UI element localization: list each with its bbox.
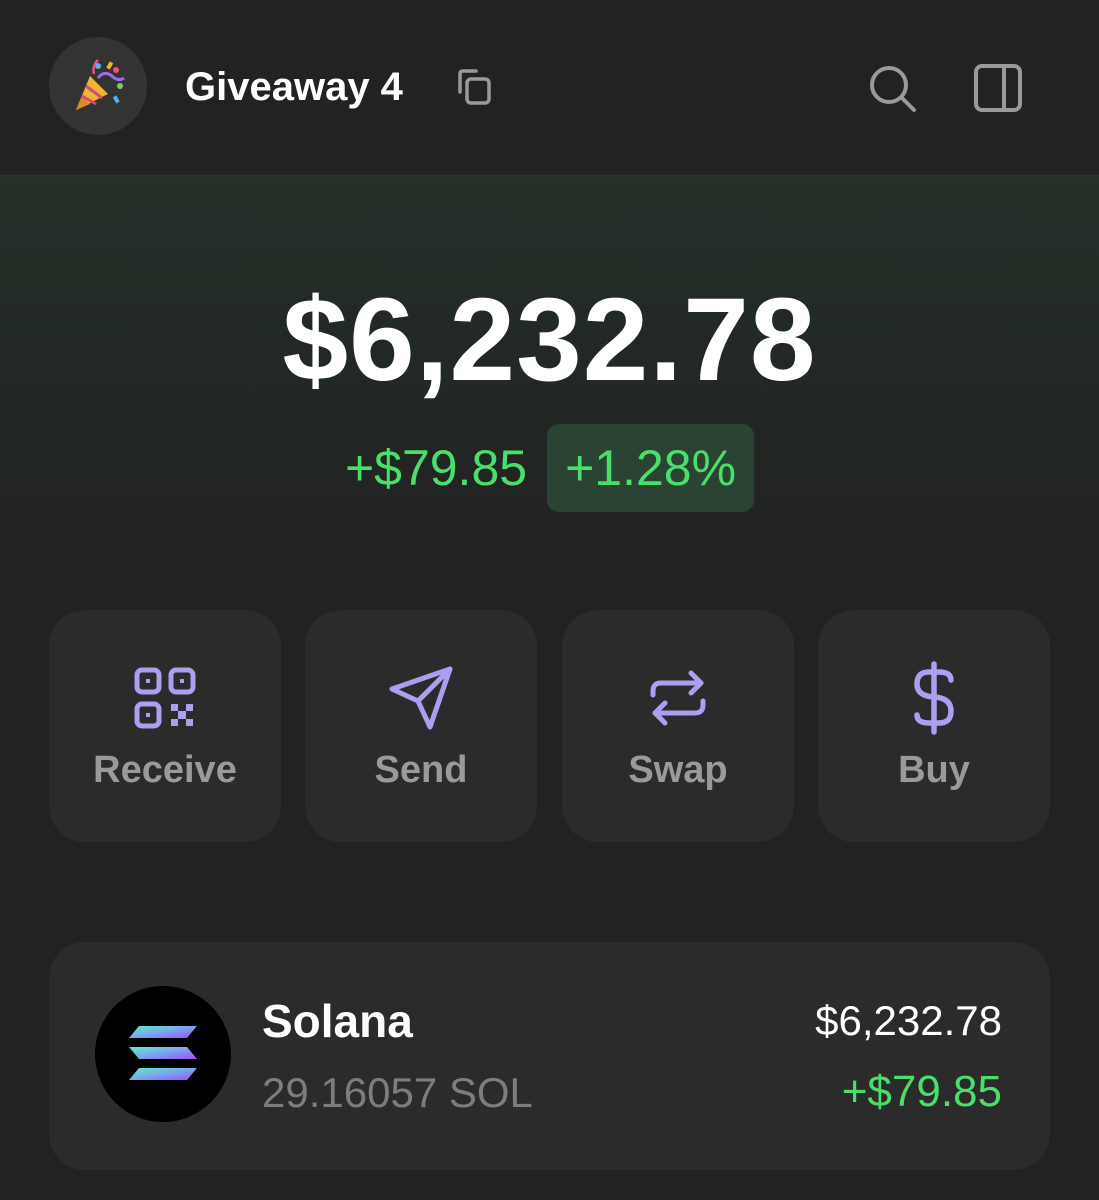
qr-code-icon [134,667,196,729]
token-row-solana[interactable]: Solana 29.16057 SOL $6,232.78 +$79.85 [49,942,1050,1170]
token-amount: 29.16057 SOL [262,1069,533,1116]
total-balance: $6,232.78 [282,274,817,406]
swap-label: Swap [628,749,728,791]
copy-icon [458,69,491,105]
balance-change-row: +$79.85 +1.28% [0,424,1099,512]
send-button[interactable]: Send [305,610,537,842]
buy-button[interactable]: Buy [818,610,1050,842]
account-avatar[interactable] [49,37,147,135]
buy-icon-wrap [818,660,1050,736]
search-icon [870,66,916,112]
send-label: Send [374,749,468,791]
token-logo [95,986,231,1122]
send-icon [389,666,453,730]
balance-change-amount: +$79.85 [344,440,528,496]
receive-icon-wrap [49,660,281,736]
swap-icon [650,670,706,726]
dollar-icon [914,661,954,735]
receive-button[interactable]: Receive [49,610,281,842]
side-panel-button[interactable] [970,60,1026,116]
search-button[interactable] [864,60,920,116]
token-change: +$79.85 [841,1067,1002,1116]
solana-logo-icon [129,1026,197,1080]
receive-label: Receive [93,749,237,791]
swap-icon-wrap [562,660,794,736]
swap-button[interactable]: Swap [562,610,794,842]
party-popper-icon [76,59,125,110]
token-value: $6,232.78 [815,997,1002,1044]
buy-label: Buy [898,749,970,791]
send-icon-wrap [305,660,537,736]
token-name: Solana [262,995,413,1047]
wallet-name[interactable]: Giveaway 4 [185,62,403,112]
sidebar-panel-icon [974,64,1022,112]
wallet-app: Giveaway 4 $6,232.78 +$79.85 +1.28% Rece… [0,0,1099,1200]
copy-address-button[interactable] [450,64,496,110]
balance-change-percent-badge: +1.28% [547,424,755,512]
header: Giveaway 4 [0,0,1099,175]
